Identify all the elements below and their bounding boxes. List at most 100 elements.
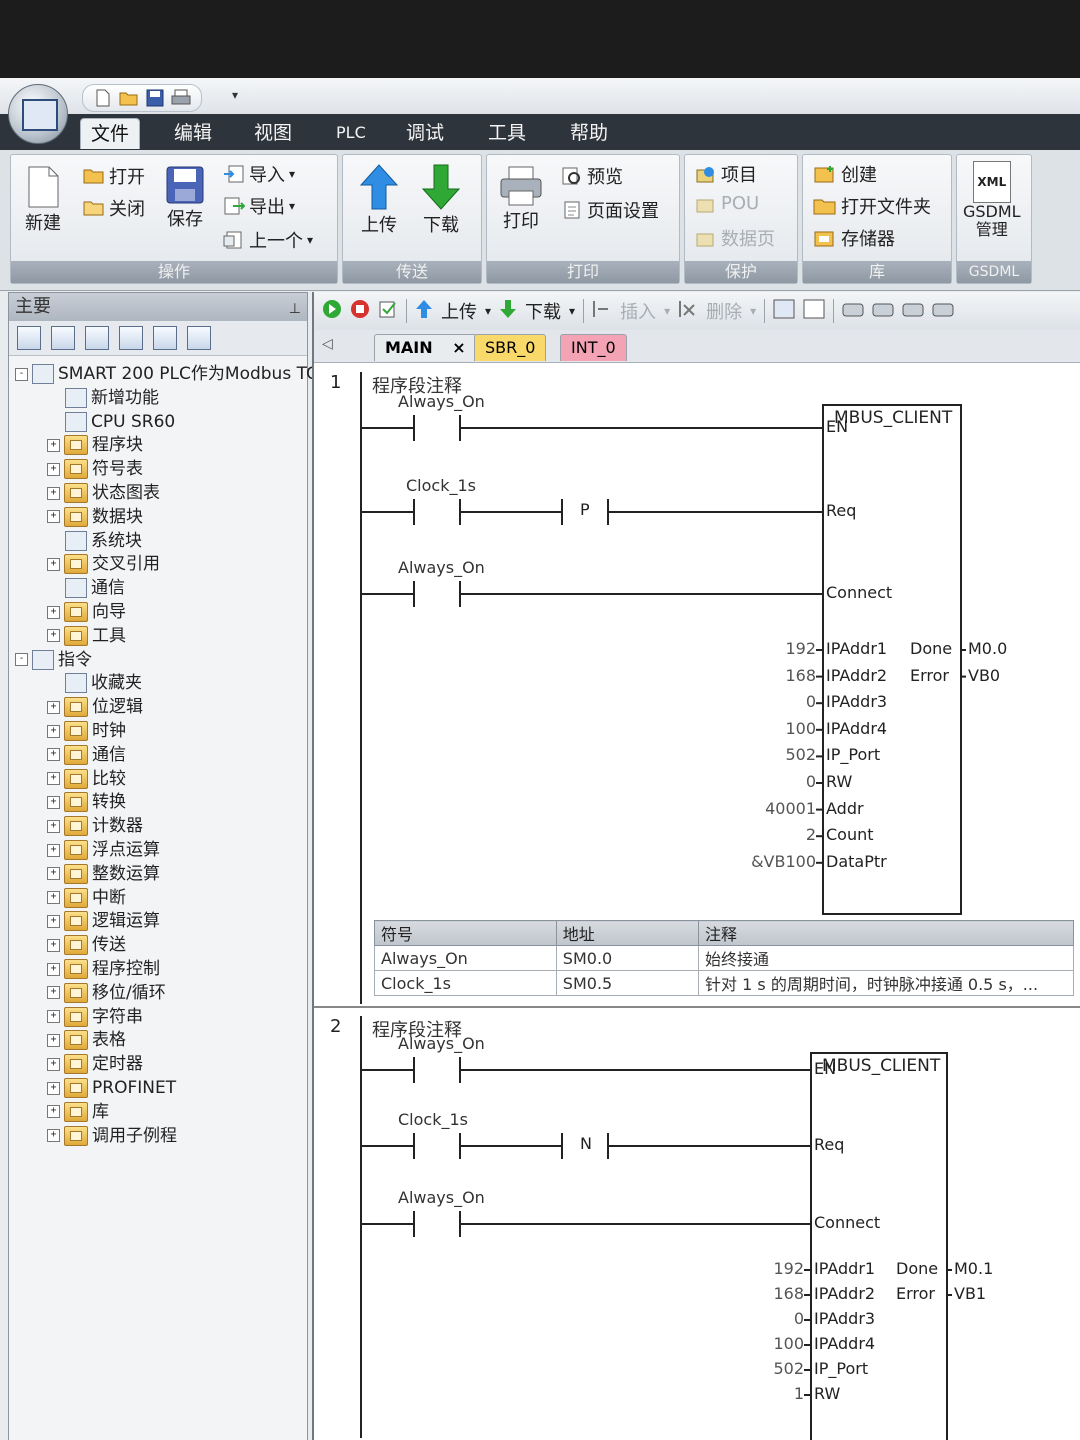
pin-icon[interactable]: ⊥	[289, 295, 301, 323]
upload-small-icon[interactable]	[415, 299, 433, 324]
output-value[interactable]: M0.0	[968, 639, 1007, 658]
insert-icon[interactable]	[592, 299, 612, 324]
expand-icon[interactable]: +	[47, 1105, 60, 1119]
tab-plc[interactable]: PLC	[326, 118, 376, 148]
tab-main[interactable]: MAIN ×	[374, 334, 477, 361]
tree-item[interactable]: + 浮点运算	[47, 838, 160, 862]
collapse-icon[interactable]: -	[15, 653, 28, 667]
expand-icon[interactable]: +	[47, 510, 60, 524]
tree-item[interactable]: 新增功能	[65, 386, 159, 410]
output-value[interactable]: M0.1	[954, 1259, 993, 1278]
gsdml-manage-button[interactable]: XML GSDML 管理	[963, 161, 1021, 239]
create-library-button[interactable]: 创建	[813, 161, 877, 187]
view-window-icon[interactable]	[153, 326, 177, 350]
tree-item[interactable]: + 定时器	[47, 1052, 143, 1076]
tree-item[interactable]: 收藏夹	[65, 671, 142, 695]
expand-icon[interactable]: +	[47, 819, 60, 833]
input-value[interactable]: 168	[773, 1284, 804, 1303]
tab-edit[interactable]: 编辑	[164, 118, 222, 148]
tab-int0[interactable]: INT_0	[560, 334, 627, 361]
expand-icon[interactable]: +	[47, 557, 60, 571]
compile-icon[interactable]	[378, 299, 398, 324]
tree-item[interactable]: + 数据块	[47, 505, 143, 529]
tree-item[interactable]: + 调用子例程	[47, 1124, 177, 1148]
tree-item[interactable]: + 转换	[47, 790, 126, 814]
print-button[interactable]: 打印	[499, 165, 543, 233]
tree-item[interactable]: + 符号表	[47, 457, 143, 481]
protect-project-button[interactable]: 项目	[695, 161, 757, 187]
tree-item[interactable]: + 状态图表	[47, 481, 160, 505]
expand-icon[interactable]: +	[47, 1033, 60, 1047]
download-button[interactable]: 下载	[419, 163, 463, 237]
save-button[interactable]: 保存	[165, 165, 205, 231]
tree-item[interactable]: + 程序控制	[47, 957, 160, 981]
tree-item[interactable]: + 时钟	[47, 719, 126, 743]
tree-item[interactable]: CPU SR60	[65, 410, 175, 434]
tab-view[interactable]: 视图	[244, 118, 302, 148]
chevron-down-icon[interactable]: ▾	[664, 304, 670, 318]
upload-toolbar-button[interactable]: 上传	[441, 298, 477, 324]
ladder-network[interactable]: 1 程序段注释 Always_On Clock_1s P Always_On MBUS_CL…	[314, 368, 1080, 1008]
protect-data-page-button[interactable]: 数据页	[695, 225, 775, 251]
delete-toolbar-button[interactable]: 删除	[706, 298, 742, 324]
application-menu-button[interactable]	[8, 84, 68, 144]
tree-item[interactable]: - 指令	[15, 648, 92, 672]
tree-item[interactable]: - SMART 200 PLC作为Modbus TCP	[15, 362, 328, 386]
input-value[interactable]: 168	[785, 666, 816, 685]
expand-icon[interactable]: +	[47, 795, 60, 809]
tree-item[interactable]: + 库	[47, 1100, 109, 1124]
view-doc-icon[interactable]	[119, 326, 143, 350]
tree-item[interactable]: + PROFINET	[47, 1076, 176, 1100]
input-value[interactable]: 502	[785, 745, 816, 764]
expand-icon[interactable]: +	[47, 986, 60, 1000]
expand-icon[interactable]: +	[47, 938, 60, 952]
mbus-client-block[interactable]: MBUS_CLIENT	[810, 1052, 948, 1440]
tree-item[interactable]: + 位逻辑	[47, 695, 143, 719]
tree-item[interactable]: + 程序块	[47, 433, 143, 457]
expand-icon[interactable]: +	[47, 1010, 60, 1024]
tree-item[interactable]: + 通信	[47, 743, 126, 767]
input-value[interactable]: &VB100	[751, 852, 816, 871]
open-library-folder-button[interactable]: 打开文件夹	[813, 193, 931, 219]
symbol-icon[interactable]	[803, 299, 825, 324]
bookmark-icon[interactable]	[842, 299, 864, 324]
view-tree-icon[interactable]	[17, 326, 41, 350]
bell-icon[interactable]	[932, 299, 954, 324]
tab-sbr0[interactable]: SBR_0	[474, 334, 547, 361]
print-icon[interactable]	[171, 88, 191, 108]
delete-icon[interactable]	[678, 299, 698, 324]
page-setup-button[interactable]: 页面设置	[561, 197, 659, 223]
tab-debug[interactable]: 调试	[396, 118, 454, 148]
input-value[interactable]: 0	[794, 1309, 804, 1328]
upload-button[interactable]: 上传	[357, 163, 401, 237]
open-folder-icon[interactable]	[119, 88, 139, 108]
expand-icon[interactable]: +	[47, 891, 60, 905]
input-value[interactable]: 192	[773, 1259, 804, 1278]
expand-icon[interactable]: +	[47, 1081, 60, 1095]
redo-icon[interactable]	[902, 299, 924, 324]
tree-item[interactable]: 通信	[65, 576, 125, 600]
stop-icon[interactable]	[350, 299, 370, 324]
input-value[interactable]: 502	[773, 1359, 804, 1378]
chevron-down-icon[interactable]: ▾	[569, 304, 575, 318]
input-value[interactable]: 2	[806, 825, 816, 844]
input-value[interactable]: 0	[806, 692, 816, 711]
expand-icon[interactable]: +	[47, 962, 60, 976]
tree-item[interactable]: + 字符串	[47, 1005, 143, 1029]
view-monitor-icon[interactable]	[187, 326, 211, 350]
run-icon[interactable]	[322, 299, 342, 324]
expand-icon[interactable]: +	[47, 700, 60, 714]
view-page-icon[interactable]	[85, 326, 109, 350]
expand-icon[interactable]: +	[47, 843, 60, 857]
customize-quick-access-icon[interactable]: ▾	[232, 88, 238, 102]
tree-item[interactable]: + 向导	[47, 600, 126, 624]
tree-item[interactable]: + 交叉引用	[47, 552, 160, 576]
expand-icon[interactable]: +	[47, 772, 60, 786]
expand-icon[interactable]: +	[47, 605, 60, 619]
tree-item[interactable]: + 工具	[47, 624, 126, 648]
tree-item[interactable]: + 传送	[47, 933, 126, 957]
input-value[interactable]: 100	[773, 1334, 804, 1353]
preview-button[interactable]: 预览	[561, 163, 623, 189]
expand-icon[interactable]: +	[47, 867, 60, 881]
expand-icon[interactable]: +	[47, 462, 60, 476]
